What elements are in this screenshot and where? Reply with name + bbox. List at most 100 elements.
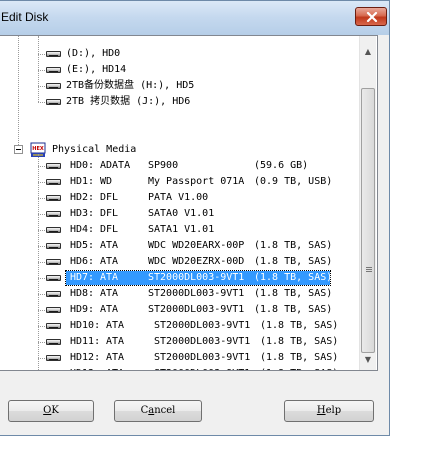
disk-model: PATA V1.00 [148,192,209,203]
tree-vertical-scrollbar[interactable]: ▲ ▼ [359,36,376,370]
disk-model: ST2000DL003-9VT1 [154,320,251,331]
hard-drive-icon [46,99,61,105]
hard-drive-icon [46,339,61,345]
disk-size: (1.8 TB, SAS) [260,320,339,331]
tree-connector [38,230,45,231]
tree-connector [18,36,19,145]
disk-id: HD11: [70,336,101,347]
disk-id: HD2: [70,192,95,203]
ok-button[interactable]: OK [8,400,94,422]
volume-label: (D:), HD0 [66,48,121,59]
tree-connector [38,198,45,199]
hard-drive-icon [46,243,61,249]
disk-row[interactable]: HD7: ATA ST2000DL003-9VT1 (1.8 TB, SAS) [0,270,360,286]
volume-row[interactable]: (E:), HD14 [0,62,360,78]
tree-connector [38,358,45,359]
tree-connector [38,214,45,215]
hard-drive-icon [46,291,61,297]
disk-size: (1.8 TB, SAS) [260,366,338,370]
disk-model: SATA0 V1.01 [148,208,215,219]
volume-label: 2TB备份数据盘 (H:), HD5 [66,80,195,91]
disk-row[interactable]: HD2: DFL PATA V1.00 [0,190,360,206]
disk-row[interactable]: HD6: ATA WDC WD20EZRX-00D (1.8 TB, SAS) [0,254,360,270]
hard-drive-icon [46,227,61,233]
ok-label-rest: K [51,405,59,416]
volume-row[interactable]: (D:), HD0 [0,46,360,62]
disk-row[interactable]: HD1: WD My Passport 071A (0.9 TB, USB) [0,174,360,190]
hard-drive-icon [46,195,61,201]
disk-id: HD7: [70,272,95,283]
disk-row[interactable]: HD4: DFL SATA1 V1.01 [0,222,360,238]
disk-row[interactable]: HD12: ATA ST2000DL003-9VT1 (1.8 TB, SAS) [0,350,360,366]
help-mnemonic: H [316,405,326,416]
volume-label: 2TB 拷贝数据 (J:), HD6 [66,96,191,107]
hard-drive-icon [46,275,61,281]
tree-connector [38,326,45,327]
scroll-up-arrow-icon[interactable]: ▲ [360,44,376,60]
disk-vendor: ATA [100,256,119,267]
disk-id: HD5: [70,240,95,251]
disk-model: SP900 [148,160,179,171]
disk-model: ST2000DL003-9VT1 [148,272,245,283]
disk-model: ST2000DL003-9VT1 [154,336,251,347]
disk-vendor: WD [100,176,113,187]
disk-vendor: ATA [100,304,119,315]
disk-row[interactable]: HD10: ATA ST2000DL003-9VT1 (1.8 TB, SAS) [0,318,360,334]
disk-tree[interactable]: HEX Physical Media (D:), HD0 (E:), HD14 2T… [0,35,378,371]
volume-row[interactable]: 2TB备份数据盘 (H:), HD5 [0,78,360,94]
disk-size: (0.9 TB, USB) [254,176,333,187]
hard-drive-icon [46,259,61,265]
scroll-thumb[interactable] [361,88,375,353]
disk-row[interactable]: HD11: ATA ST2000DL003-9VT1 (1.8 TB, SAS) [0,334,360,350]
disk-row[interactable]: HD13: ATA ST2000DL003-9VT1 (1.8 TB, SAS) [0,366,360,370]
disk-model: ST2000DL003-9VT1 [148,288,245,299]
tree-connector [38,294,45,295]
disk-size: (1.8 TB, SAS) [254,272,333,283]
disk-model: My Passport 071A [148,176,245,187]
help-button[interactable]: Help [284,400,374,422]
hard-drive-icon [46,51,61,57]
disk-row[interactable]: HD5: ATA WDC WD20EARX-00P (1.8 TB, SAS) [0,238,360,254]
disk-id: HD0: [70,160,95,171]
disk-id: HD8: [70,288,95,299]
tree-connector [38,246,45,247]
volume-row[interactable]: 2TB 拷贝数据 (J:), HD6 [0,94,360,110]
disk-id: HD13: [70,366,100,370]
disk-model: SATA1 V1.01 [148,224,215,235]
hard-drive-icon [46,179,61,185]
help-label-rest: elp [325,405,342,416]
close-button[interactable] [355,7,387,26]
volume-label: (E:), HD14 [66,64,127,75]
disk-row[interactable]: HD3: DFL SATA0 V1.01 [0,206,360,222]
title-bar[interactable]: Edit Disk [0,1,389,35]
disk-size: (1.8 TB, SAS) [254,256,333,267]
disk-row[interactable]: HD8: ATA ST2000DL003-9VT1 (1.8 TB, SAS) [0,286,360,302]
disk-model: WDC WD20EARX-00P [148,240,245,251]
disk-row[interactable]: HD9: ATA ST2000DL003-9VT1 (1.8 TB, SAS) [0,302,360,318]
hard-drive-icon [46,163,61,169]
disk-row[interactable]: HD0: ADATA SP900 (59.6 GB) [0,158,360,174]
tree-connector [38,262,45,263]
tree-connector [38,102,45,103]
hard-drive-icon [46,211,61,217]
disk-vendor: DFL [100,192,119,203]
hard-drive-icon [46,355,61,361]
tree-connector [38,342,45,343]
hard-drive-icon [46,307,61,313]
scroll-down-arrow-icon[interactable]: ▼ [360,352,376,368]
physical-media-node[interactable]: Physical Media [0,142,360,158]
scroll-grip-icon [366,267,372,268]
disk-vendor: DFL [100,208,119,219]
disk-vendor: DFL [100,224,119,235]
close-icon [366,12,378,22]
physical-media-label: Physical Media [52,144,137,155]
tree-connector [38,70,45,71]
disk-size: (1.8 TB, SAS) [254,304,333,315]
disk-vendor: ADATA [100,160,131,171]
cancel-button[interactable]: Cancel [114,400,202,422]
disk-vendor: ATA [106,366,124,370]
disk-id: HD3: [70,208,95,219]
disk-id: HD1: [70,176,95,187]
disk-id: HD10: [70,320,101,331]
disk-vendor: ATA [100,288,119,299]
